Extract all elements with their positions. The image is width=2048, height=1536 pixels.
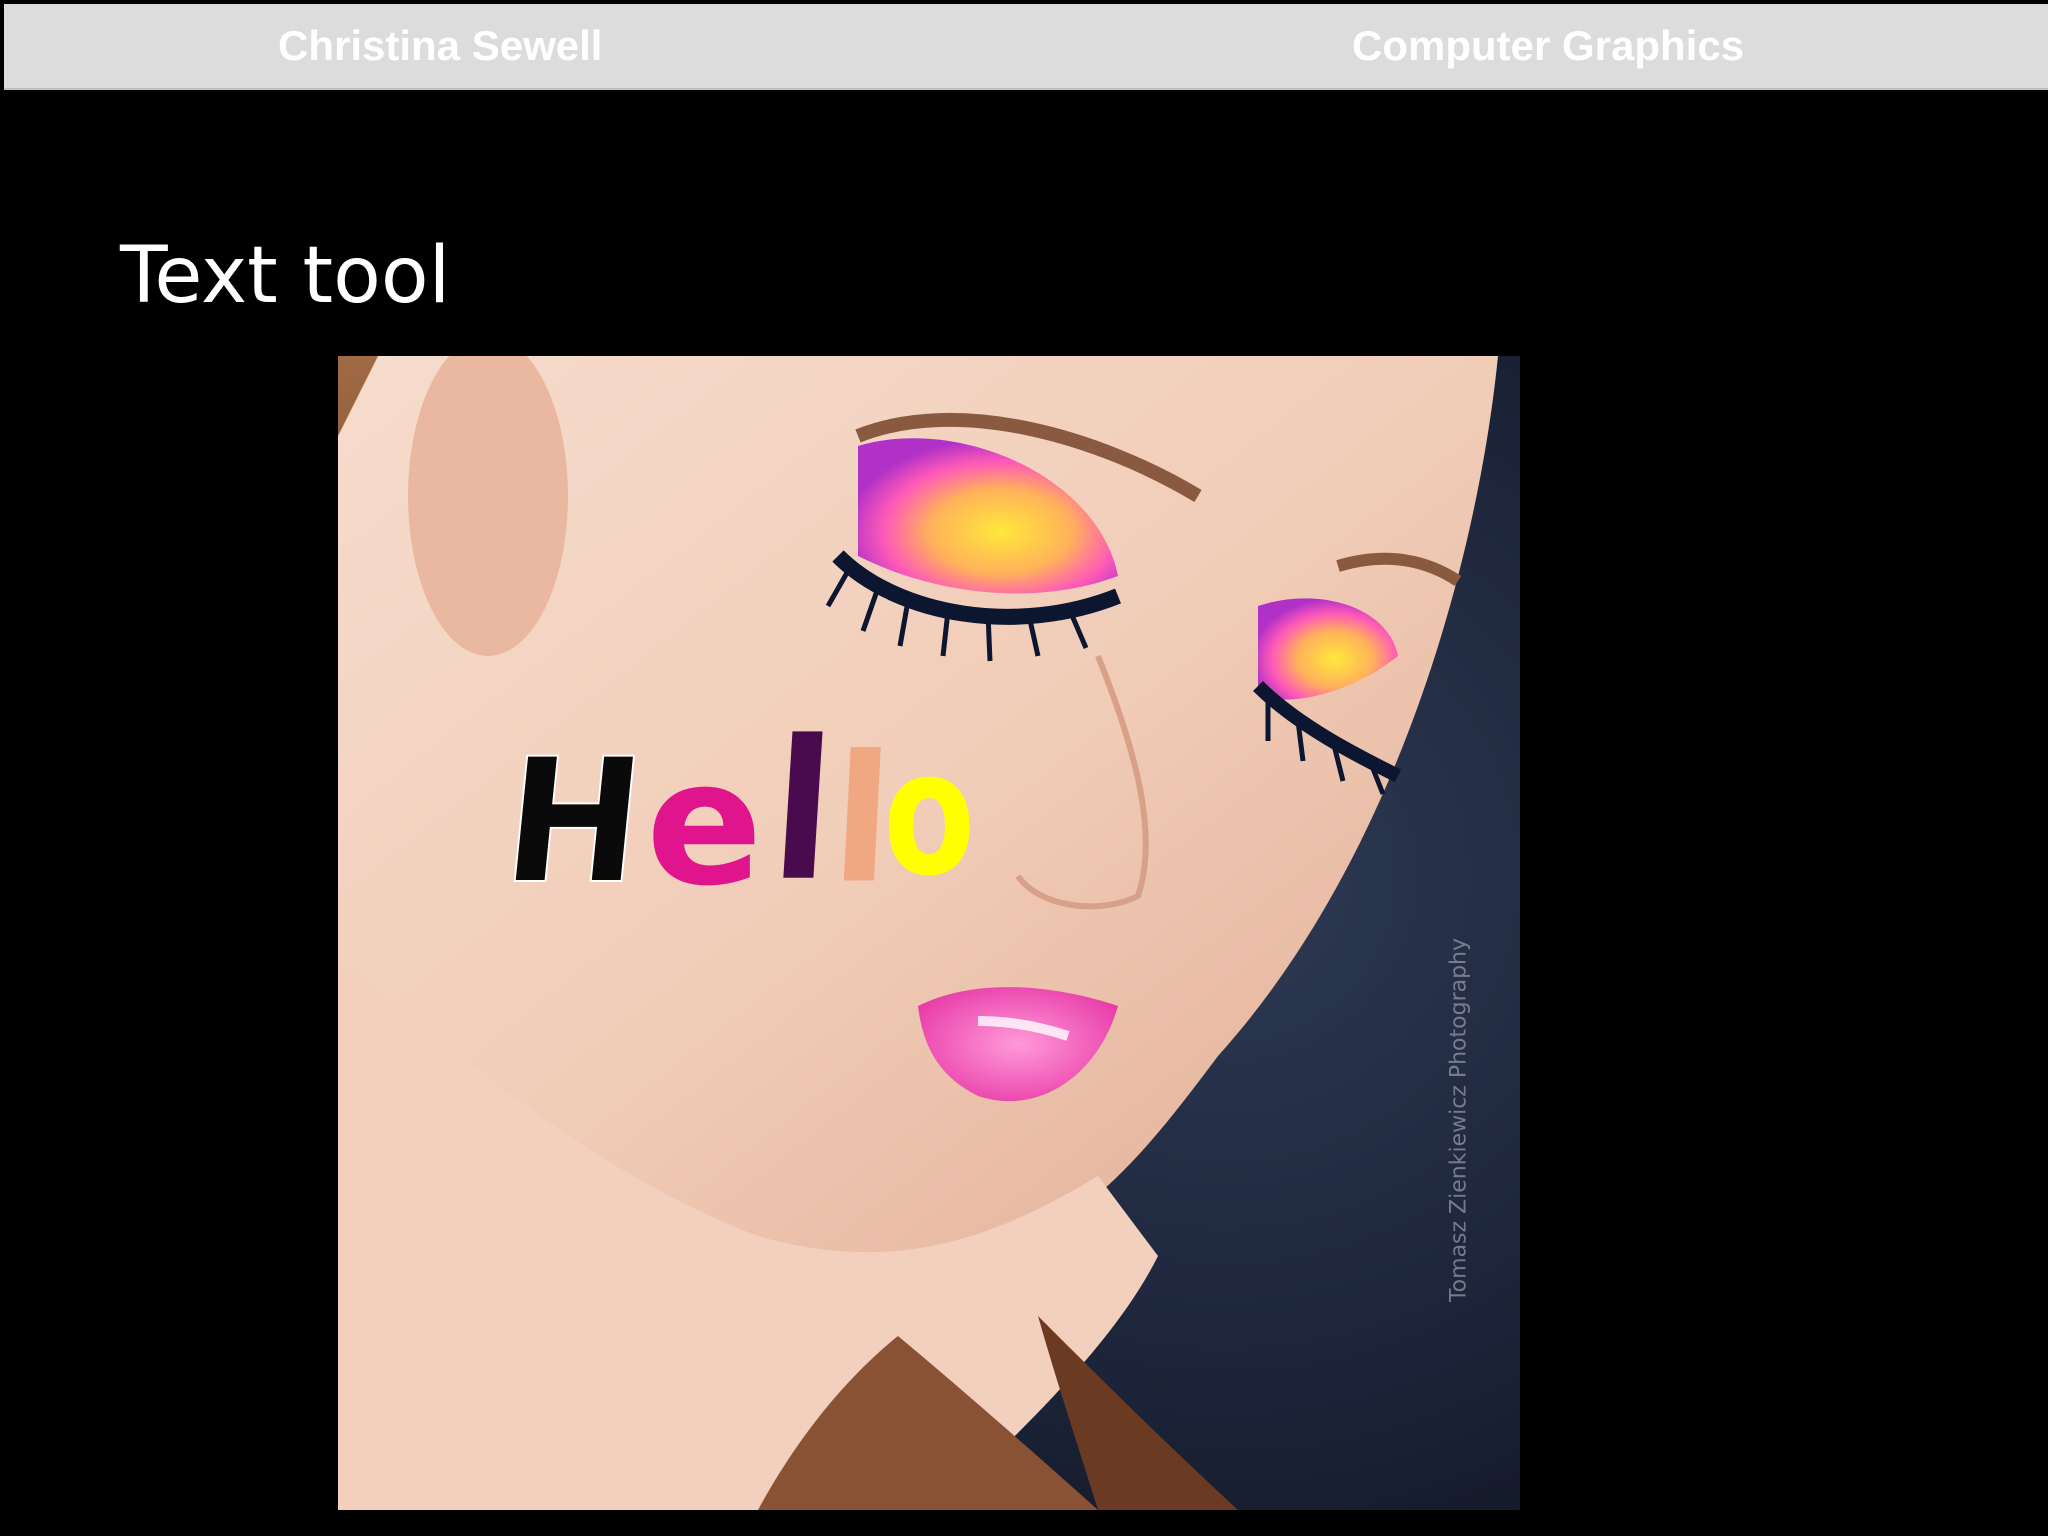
header-bar: Christina Sewell Computer Graphics (4, 4, 2048, 90)
hello-letter-l1: l (765, 698, 839, 924)
photo-watermark-text: Tomasz Zienkiewicz Photography (1446, 937, 1472, 1303)
hello-letter-e: e (645, 723, 763, 924)
course-name: Computer Graphics (1352, 22, 1745, 69)
portrait-photo (338, 356, 1520, 1510)
hello-letter-h: H (495, 720, 654, 923)
author-name: Christina Sewell (278, 22, 603, 69)
hello-text: H e l l o (495, 698, 1001, 924)
slide-title: Text tool (120, 231, 451, 321)
photo-watermark: Tomasz Zienkiewicz Photography (1444, 937, 1474, 1303)
hello-letter-o: o (882, 713, 975, 914)
